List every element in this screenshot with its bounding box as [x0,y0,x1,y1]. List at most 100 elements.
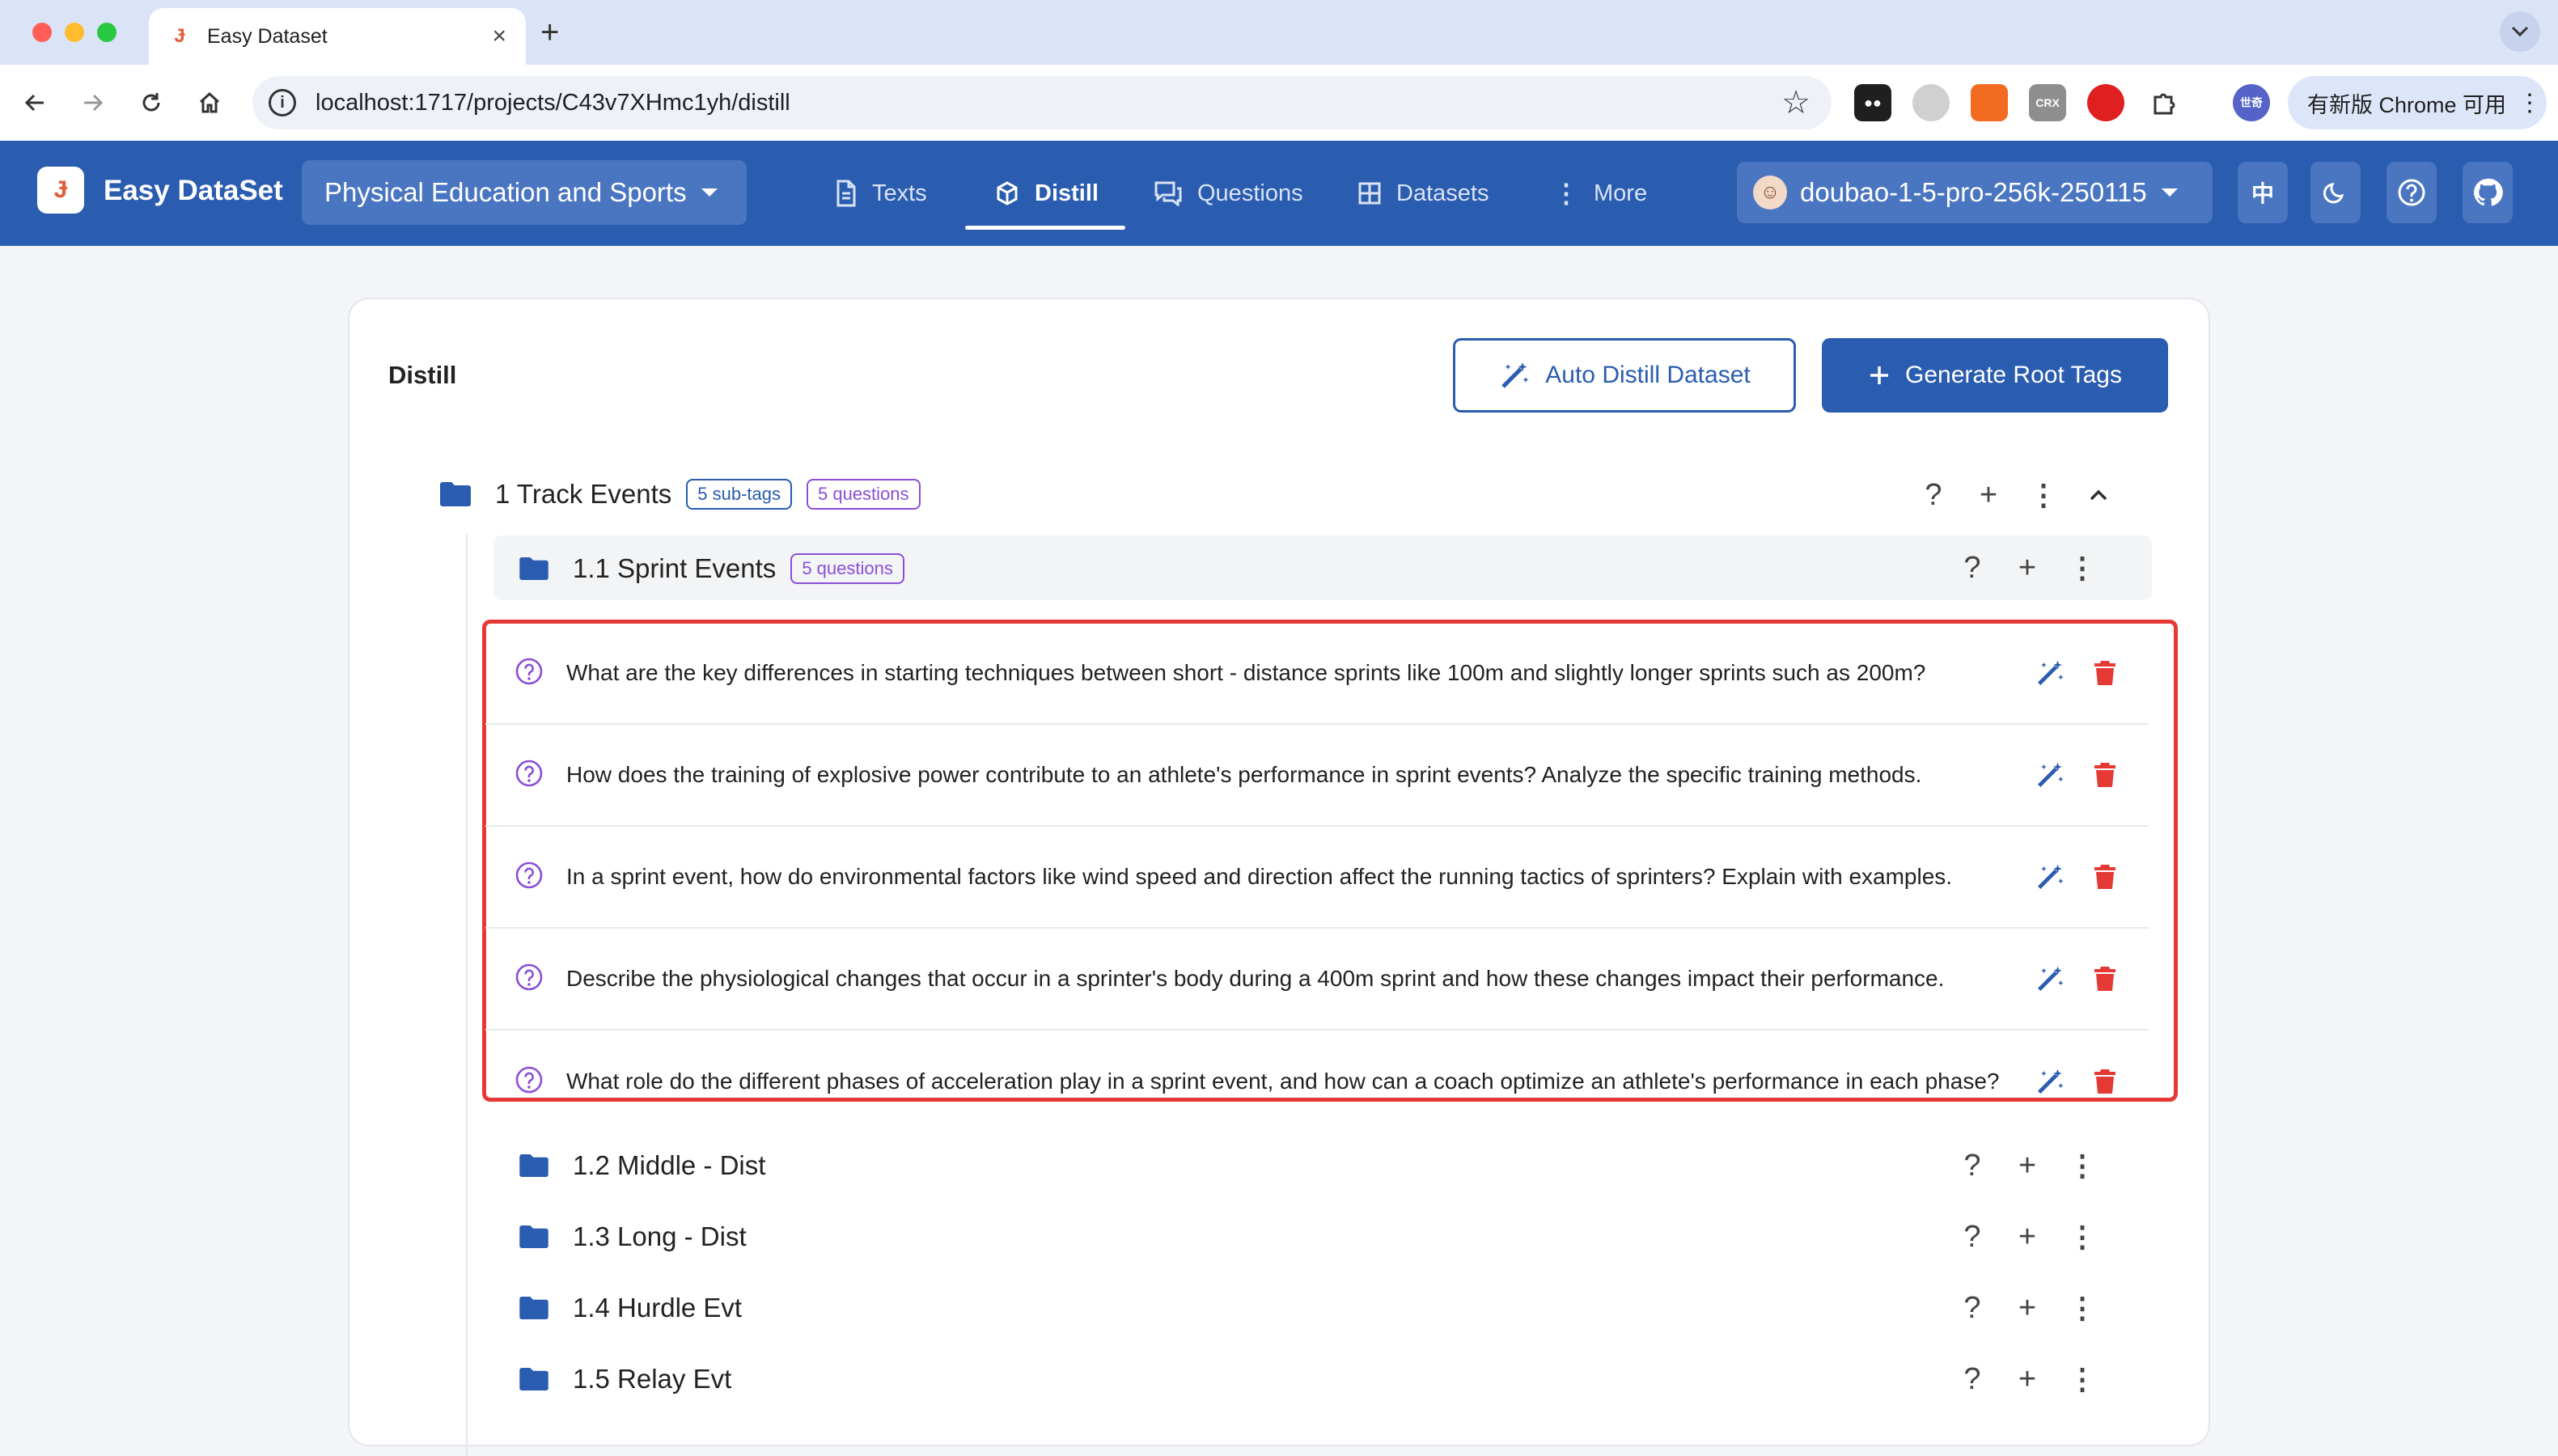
extensions-puzzle-icon[interactable] [2145,84,2183,121]
question-text: How does the training of explosive power… [566,762,1922,787]
help-button[interactable] [2386,162,2437,223]
back-button[interactable] [13,81,57,125]
add-subtag-icon[interactable]: + [2000,1284,2055,1332]
add-subtag-icon[interactable]: + [2000,544,2055,592]
generate-answer-wand-icon[interactable] [2022,853,2077,901]
auto-distill-button[interactable]: Auto Distill Dataset [1453,338,1796,413]
address-bar[interactable]: i localhost:1717/projects/C43v7XHmc1yh/d… [252,76,1832,129]
question-text: Describe the physiological changes that … [566,966,1945,991]
tab-search-button[interactable] [2500,11,2540,52]
browser-tab[interactable]: Ɉ Easy Dataset × [149,8,526,65]
tab-favicon-icon: Ɉ [174,25,185,47]
chrome-update-button[interactable]: 有新版 Chrome 可用 ⋮ [2288,76,2547,129]
generate-answer-wand-icon[interactable] [2022,751,2077,799]
extension-rss-icon[interactable] [1971,84,2008,121]
question-circle-icon [515,657,547,689]
project-selector[interactable]: Physical Education and Sports [302,160,747,225]
maximize-window-button[interactable] [97,23,116,42]
tab-distill[interactable]: Distill [965,141,1125,246]
dropdown-caret-icon [2161,188,2178,197]
github-button[interactable] [2463,162,2513,223]
extension-icon[interactable]: ●● [1854,84,1891,121]
profile-avatar[interactable]: 世奇 [2233,84,2270,121]
more-options-icon[interactable]: ⋮ [2016,471,2071,519]
generate-questions-icon[interactable]: ? [1945,1355,2000,1403]
reload-button[interactable] [129,81,173,125]
generate-questions-icon[interactable]: ? [1945,544,2000,592]
bookmark-star-icon[interactable]: ☆ [1781,84,1811,121]
generate-answer-wand-icon[interactable] [2022,1057,2077,1106]
tab-distill-label: Distill [1035,180,1099,206]
extension-adblock-icon[interactable] [2087,84,2124,121]
more-options-icon[interactable]: ⋮ [2055,544,2110,592]
subtag-name: 1.2 Middle - Dist [573,1150,766,1180]
site-info-icon[interactable]: i [269,89,296,116]
subtag-row[interactable]: 1.2 Middle - Dist [519,1141,765,1191]
url-text: localhost:1717/projects/C43v7XHmc1yh/dis… [316,89,790,116]
subtag-row-sprint[interactable]: 1.1 Sprint Events 5 questions [519,544,904,594]
add-subtag-icon[interactable]: + [2000,1213,2055,1261]
model-name: doubao-1-5-pro-256k-250115 [1800,177,2147,207]
project-name: Physical Education and Sports [324,177,687,207]
extension-globe-icon[interactable] [1912,84,1950,121]
browser-toolbar: i localhost:1717/projects/C43v7XHmc1yh/d… [0,65,2558,141]
generate-answer-wand-icon[interactable] [2022,649,2077,697]
menu-dots-icon: ⋮ [2518,89,2543,116]
collapse-chevron-icon[interactable] [2071,471,2126,519]
subtag-row[interactable]: 1.5 Relay Evt [519,1354,731,1404]
tab-texts[interactable]: Texts [835,141,927,246]
folder-icon [519,557,548,580]
tab-questions[interactable]: Questions [1154,141,1303,246]
delete-trash-icon[interactable] [2077,751,2132,799]
generate-questions-icon[interactable]: ? [1945,1213,2000,1261]
theme-toggle-button[interactable] [2310,162,2361,223]
more-vertical-icon: ⋮ [1553,179,1579,208]
tab-datasets[interactable]: Datasets [1357,141,1489,246]
tab-questions-label: Questions [1197,180,1303,206]
close-window-button[interactable] [32,23,52,42]
root-tag-row[interactable]: 1 Track Events 5 sub-tags 5 questions [440,469,921,519]
generate-root-tags-button[interactable]: Generate Root Tags [1822,338,2168,413]
puzzle-icon [2154,93,2175,115]
new-tab-button[interactable]: + [540,15,559,51]
add-subtag-icon[interactable]: + [1961,471,2016,519]
more-options-icon[interactable]: ⋮ [2055,1355,2110,1403]
home-button[interactable] [188,81,231,125]
chat-icon [1154,180,1183,206]
add-subtag-icon[interactable]: + [2000,1141,2055,1190]
update-label: 有新版 Chrome 可用 [2307,92,2507,117]
model-selector[interactable]: ☺ doubao-1-5-pro-256k-250115 [1737,162,2213,223]
forward-button[interactable] [71,81,115,125]
tab-close-icon[interactable]: × [492,23,506,50]
generate-questions-icon[interactable]: ? [1945,1141,2000,1190]
questions-count-badge: 5 questions [807,479,921,510]
folder-icon [519,1225,548,1248]
more-options-icon[interactable]: ⋮ [2055,1284,2110,1332]
tab-more[interactable]: ⋮ More [1553,141,1647,246]
generate-questions-icon[interactable]: ? [1906,471,1961,519]
tree-guide-line [466,534,468,1456]
app-logo[interactable]: Ɉ [37,167,84,214]
delete-trash-icon[interactable] [2077,649,2132,697]
generate-questions-icon[interactable]: ? [1945,1284,2000,1332]
minimize-window-button[interactable] [65,23,84,42]
delete-trash-icon[interactable] [2077,853,2132,901]
questions-count-badge: 5 questions [790,553,904,584]
subtag-name: 1.1 Sprint Events [573,553,777,583]
document-icon [835,180,858,207]
cube-icon [994,180,1020,206]
more-options-icon[interactable]: ⋮ [2055,1213,2110,1261]
question-text: What role do the different phases of acc… [566,1069,2000,1094]
more-options-icon[interactable]: ⋮ [2055,1141,2110,1190]
subtag-row[interactable]: 1.3 Long - Dist [519,1212,747,1262]
delete-trash-icon[interactable] [2077,954,2132,1003]
question-circle-icon [515,759,547,791]
subtag-name: 1.4 Hurdle Evt [573,1293,743,1323]
language-toggle-button[interactable]: 中 [2238,162,2288,223]
add-subtag-icon[interactable]: + [2000,1355,2055,1403]
extension-crx-icon[interactable]: CRX [2029,84,2066,121]
generate-answer-wand-icon[interactable] [2022,954,2077,1003]
delete-trash-icon[interactable] [2077,1057,2132,1106]
page-title: Distill [388,361,457,389]
subtag-row[interactable]: 1.4 Hurdle Evt [519,1283,742,1333]
